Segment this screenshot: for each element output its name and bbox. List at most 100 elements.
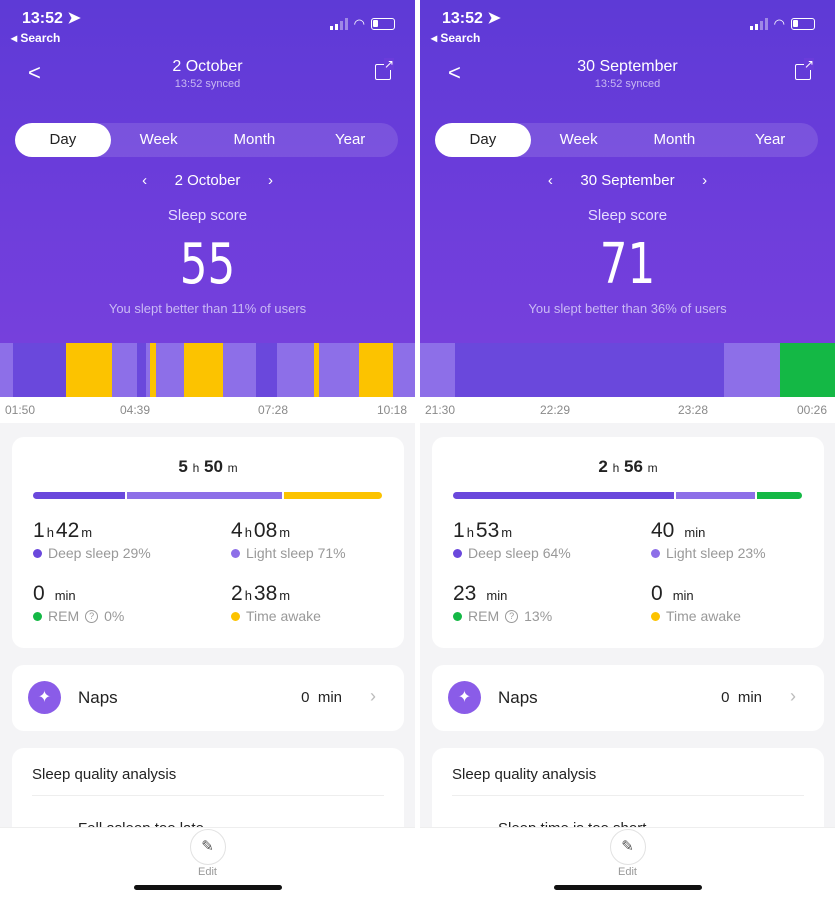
time-tick: 10:18	[377, 403, 408, 417]
prev-date-chevron-icon[interactable]: ‹	[520, 172, 580, 189]
naps-value: 0 min	[721, 689, 762, 706]
header: 13:52 ➤ ◂ Search ◠ < 2 October 13:52 syn…	[0, 0, 415, 343]
stat-light: 4 h08 m Light sleep 71%	[231, 519, 346, 561]
tab-day[interactable]: Day	[15, 123, 111, 157]
edit-icon: ✎	[201, 838, 214, 855]
prev-date-chevron-icon[interactable]: ‹	[115, 172, 175, 189]
page-title: 30 September	[577, 58, 678, 75]
legend-dot-light	[651, 548, 660, 558]
sleep-screen: 13:52 ➤ ◂ Search ◠ < 30 September 13:52 …	[420, 0, 835, 900]
legend-dot-rem	[33, 611, 42, 621]
sleep-quality-title: Sleep quality analysis	[32, 766, 177, 783]
sleep-timeline[interactable]	[0, 343, 415, 397]
back-to-search[interactable]: ◂ Search	[11, 31, 60, 45]
wifi-icon: ◠	[353, 16, 365, 31]
legend-dot-awake	[651, 611, 660, 621]
edit-icon: ✎	[621, 838, 634, 855]
timeline-segment-light	[319, 343, 359, 397]
home-indicator	[133, 885, 282, 890]
proportion-deep	[33, 492, 125, 499]
tab-week[interactable]: Week	[531, 123, 627, 157]
status-icons: ◠	[329, 16, 395, 32]
divider	[32, 795, 384, 796]
proportion-light	[675, 492, 756, 499]
timeline-segment-deep	[455, 343, 724, 397]
legend-dot-deep	[453, 548, 462, 558]
wifi-icon: ◠	[773, 16, 785, 31]
status-time: 13:52 ➤	[442, 10, 501, 27]
proportion-awake	[283, 492, 382, 499]
edit-button[interactable]: ✎	[609, 829, 646, 865]
date-navigator: ‹ 30 September ›	[420, 172, 835, 189]
sleep-score-label: Sleep score	[167, 207, 248, 224]
stat-rem: 23 min REM ? 13%	[453, 582, 553, 624]
sparkle-icon: ✦	[28, 681, 61, 714]
chevron-right-icon: ›	[790, 686, 796, 706]
home-indicator	[553, 885, 702, 890]
timeline-segment-deep	[13, 343, 66, 397]
sleep-proportion-bar	[453, 492, 802, 499]
battery-icon	[791, 18, 815, 30]
timeline-segment-deep	[256, 343, 277, 397]
timeline-segment-rem	[780, 343, 835, 397]
current-date: 2 October	[174, 172, 241, 189]
naps-card[interactable]: ✦ Naps 0 min ›	[12, 665, 404, 731]
timeline-segment-light	[0, 343, 13, 397]
tab-week[interactable]: Week	[111, 123, 207, 157]
bottom-bar: ✎ Edit	[0, 827, 415, 900]
sleep-screen: 13:52 ➤ ◂ Search ◠ < 2 October 13:52 syn…	[0, 0, 415, 900]
next-date-chevron-icon[interactable]: ›	[240, 172, 300, 189]
time-tick: 22:29	[540, 403, 571, 417]
proportion-deep	[453, 492, 674, 499]
help-icon[interactable]: ?	[505, 609, 519, 623]
sleep-timeline[interactable]	[420, 343, 835, 397]
share-icon[interactable]	[375, 58, 394, 80]
bottom-bar: ✎ Edit	[420, 827, 835, 900]
timeline-axis: 21:30 22:29 23:28 00:26	[420, 397, 835, 423]
edit-button[interactable]: ✎	[189, 829, 226, 865]
back-to-search[interactable]: ◂ Search	[431, 31, 480, 45]
naps-card[interactable]: ✦ Naps 0 min ›	[432, 665, 824, 731]
total-sleep: 5 h 50 m	[178, 457, 238, 476]
help-icon[interactable]: ?	[85, 609, 99, 623]
tab-year[interactable]: Year	[302, 123, 398, 157]
chevron-right-icon: ›	[370, 686, 376, 706]
timeline-segment-light	[277, 343, 314, 397]
date-navigator: ‹ 2 October ›	[0, 172, 415, 189]
time-tick: 21:30	[425, 403, 456, 417]
naps-value: 0 min	[301, 689, 342, 706]
status-icons: ◠	[749, 16, 815, 32]
naps-label: Naps	[78, 688, 118, 707]
comparison-text: You slept better than 11% of users	[108, 301, 307, 316]
timeline-segment-deep	[137, 343, 146, 397]
signal-icon	[329, 18, 348, 30]
next-date-chevron-icon[interactable]: ›	[675, 172, 735, 189]
share-icon[interactable]	[795, 58, 814, 80]
timeline-segment-awake	[359, 343, 393, 397]
total-sleep: 2 h 56 m	[598, 457, 658, 476]
legend-dot-rem	[453, 611, 462, 621]
timeline-segment-light	[393, 343, 415, 397]
stat-awake: 2 h38 m Time awake	[231, 582, 321, 624]
legend-dot-awake	[231, 611, 240, 621]
tab-day[interactable]: Day	[435, 123, 531, 157]
tab-month[interactable]: Month	[207, 123, 303, 157]
sleep-summary-card: 5 h 50 m 1 h42 m Deep sleep 29% 4 h08 m Light s…	[12, 437, 404, 648]
sleep-score-label: Sleep score	[587, 207, 668, 224]
sleep-score: 55	[179, 232, 236, 297]
timeline-segment-light	[420, 343, 456, 397]
sleep-score: 71	[599, 232, 656, 297]
proportion-rem	[757, 492, 802, 499]
time-tick: 01:50	[5, 403, 36, 417]
tab-year[interactable]: Year	[722, 123, 818, 157]
current-date: 30 September	[580, 172, 675, 189]
tab-month[interactable]: Month	[627, 123, 723, 157]
timeline-segment-light	[223, 343, 256, 397]
timeline-segment-light	[723, 343, 781, 397]
sleep-quality-title: Sleep quality analysis	[452, 766, 597, 783]
legend-dot-deep	[33, 548, 42, 558]
timeline-segment-awake	[66, 343, 112, 397]
timeline-segment-light	[156, 343, 184, 397]
stat-deep: 1 h42 m Deep sleep 29%	[33, 519, 151, 561]
comparison-text: You slept better than 36% of users	[528, 301, 727, 316]
